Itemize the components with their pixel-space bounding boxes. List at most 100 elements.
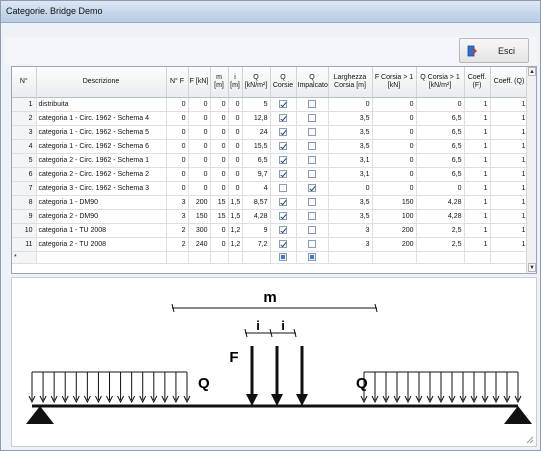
q-corsie-checkbox-cell[interactable] <box>270 195 297 210</box>
cell-desc[interactable]: distribuita <box>36 97 167 112</box>
cell-m[interactable]: 0 <box>210 167 229 182</box>
cell-m[interactable]: 0 <box>210 139 229 154</box>
cell-cf[interactable]: 1 <box>464 181 491 196</box>
cell-cq[interactable]: 1 <box>490 125 529 140</box>
cell-cf[interactable]: 1 <box>464 237 491 252</box>
cell-nf[interactable]: 3 <box>166 209 189 224</box>
cell-nf[interactable]: 0 <box>166 125 189 140</box>
cell-q[interactable]: 24 <box>242 125 271 140</box>
new-row-cell[interactable] <box>242 251 271 264</box>
cell-q[interactable]: 9,7 <box>242 167 271 182</box>
q-corsie-checkbox-cell[interactable] <box>270 181 297 196</box>
cell-fc[interactable]: 0 <box>372 125 417 140</box>
cell-larg[interactable]: 3,5 <box>328 139 373 154</box>
new-row-marker[interactable]: * <box>12 251 37 264</box>
column-header[interactable]: Q Corsia > 1 [kN/m²] <box>416 67 465 98</box>
q-impalcato-checkbox[interactable] <box>308 100 316 108</box>
cell-cf[interactable]: 1 <box>464 97 491 112</box>
row-number[interactable]: 1 <box>12 97 37 112</box>
cell-fc[interactable]: 0 <box>372 153 417 168</box>
cell-nf[interactable]: 0 <box>166 139 189 154</box>
cell-qcor[interactable]: 2,5 <box>416 237 465 252</box>
cell-larg[interactable]: 3,5 <box>328 111 373 126</box>
cell-fc[interactable]: 150 <box>372 195 417 210</box>
cell-f[interactable]: 150 <box>188 209 211 224</box>
cell-larg[interactable]: 3,5 <box>328 125 373 140</box>
cell-fc[interactable]: 0 <box>372 97 417 112</box>
cell-cf[interactable]: 1 <box>464 209 491 224</box>
new-row-cell[interactable] <box>464 251 491 264</box>
new-row-cell[interactable] <box>270 251 297 264</box>
cell-cq[interactable]: 1 <box>490 139 529 154</box>
cell-nf[interactable]: 0 <box>166 111 189 126</box>
row-number[interactable]: 4 <box>12 139 37 154</box>
q-corsie-checkbox[interactable] <box>279 128 287 136</box>
cell-cf[interactable]: 1 <box>464 195 491 210</box>
q-impalcato-checkbox[interactable] <box>308 212 316 220</box>
column-header[interactable]: m [m] <box>210 67 229 98</box>
q-impalcato-checkbox[interactable] <box>308 128 316 136</box>
q-corsie-checkbox[interactable] <box>279 142 287 150</box>
cell-qcor[interactable]: 0 <box>416 181 465 196</box>
cell-qcor[interactable]: 0 <box>416 97 465 112</box>
q-corsie-checkbox[interactable] <box>279 198 287 206</box>
q-impalcato-checkbox[interactable] <box>308 226 316 234</box>
cell-i[interactable]: 0 <box>228 139 243 154</box>
cell-m[interactable]: 15 <box>210 209 229 224</box>
q-impalcato-checkbox-cell[interactable] <box>296 111 329 126</box>
q-corsie-checkbox[interactable] <box>279 184 287 192</box>
q-corsie-checkbox[interactable] <box>279 170 287 178</box>
cell-q[interactable]: 6,5 <box>242 153 271 168</box>
cell-i[interactable]: 0 <box>228 167 243 182</box>
q-impalcato-checkbox-cell[interactable] <box>296 125 329 140</box>
q-impalcato-checkbox-cell[interactable] <box>296 167 329 182</box>
cell-f[interactable]: 0 <box>188 153 211 168</box>
q-corsie-checkbox-cell[interactable] <box>270 237 297 252</box>
cell-cq[interactable]: 1 <box>490 181 529 196</box>
new-row-cell[interactable] <box>296 251 329 264</box>
cell-m[interactable]: 0 <box>210 181 229 196</box>
new-row-cell[interactable] <box>372 251 417 264</box>
cell-fc[interactable]: 200 <box>372 223 417 238</box>
cell-nf[interactable]: 0 <box>166 153 189 168</box>
cell-i[interactable]: 1,5 <box>228 195 243 210</box>
cell-fc[interactable]: 0 <box>372 167 417 182</box>
new-row-cell[interactable] <box>416 251 465 264</box>
table-row[interactable]: 2 categoria 1 - Circ. 1962 - Schema 40000… <box>12 111 529 126</box>
row-number[interactable]: 7 <box>12 181 37 196</box>
cell-qcor[interactable]: 6,5 <box>416 139 465 154</box>
cell-q[interactable]: 9 <box>242 223 271 238</box>
q-impalcato-checkbox-cell[interactable] <box>296 181 329 196</box>
cell-desc[interactable]: categoria 1 - Circ. 1962 - Schema 5 <box>36 125 167 140</box>
table-row[interactable]: 10 categoria 1 - TU 2008 2 300 0 1,2 9 3 200 2,5 1… <box>12 223 529 238</box>
cell-q[interactable]: 4 <box>242 181 271 196</box>
q-corsie-checkbox-cell[interactable] <box>270 139 297 154</box>
cell-fc[interactable]: 0 <box>372 111 417 126</box>
cell-m[interactable]: 0 <box>210 97 229 112</box>
cell-qcor[interactable]: 6,5 <box>416 111 465 126</box>
cell-i[interactable]: 0 <box>228 125 243 140</box>
q-corsie-checkbox[interactable] <box>279 114 287 122</box>
cell-larg[interactable]: 3,1 <box>328 167 373 182</box>
cell-cq[interactable]: 1 <box>490 97 529 112</box>
cell-cf[interactable]: 1 <box>464 111 491 126</box>
q-impalcato-checkbox[interactable] <box>308 240 316 248</box>
cell-desc[interactable]: categoria 1 - Circ. 1962 - Schema 4 <box>36 111 167 126</box>
resize-grip-icon[interactable] <box>526 436 534 444</box>
cell-fc[interactable]: 100 <box>372 209 417 224</box>
q-impalcato-checkbox[interactable] <box>308 156 316 164</box>
cell-desc[interactable]: categoria 1 - DM90 <box>36 195 167 210</box>
new-row-cell[interactable] <box>328 251 373 264</box>
cell-i[interactable]: 0 <box>228 153 243 168</box>
column-header[interactable]: Descrizione <box>36 67 167 98</box>
cell-f[interactable]: 0 <box>188 97 211 112</box>
cell-larg[interactable]: 3,1 <box>328 153 373 168</box>
cell-qcor[interactable]: 6,5 <box>416 125 465 140</box>
cell-larg[interactable]: 0 <box>328 97 373 112</box>
cell-f[interactable]: 200 <box>188 195 211 210</box>
q-corsie-checkbox-cell[interactable] <box>270 125 297 140</box>
table-row[interactable]: 8 categoria 1 - DM90 3 200 15 1,5 8,57 3,5 150 4,… <box>12 195 529 210</box>
cell-q[interactable]: 7,2 <box>242 237 271 252</box>
row-number[interactable]: 8 <box>12 195 37 210</box>
q-corsie-checkbox-cell[interactable] <box>270 153 297 168</box>
